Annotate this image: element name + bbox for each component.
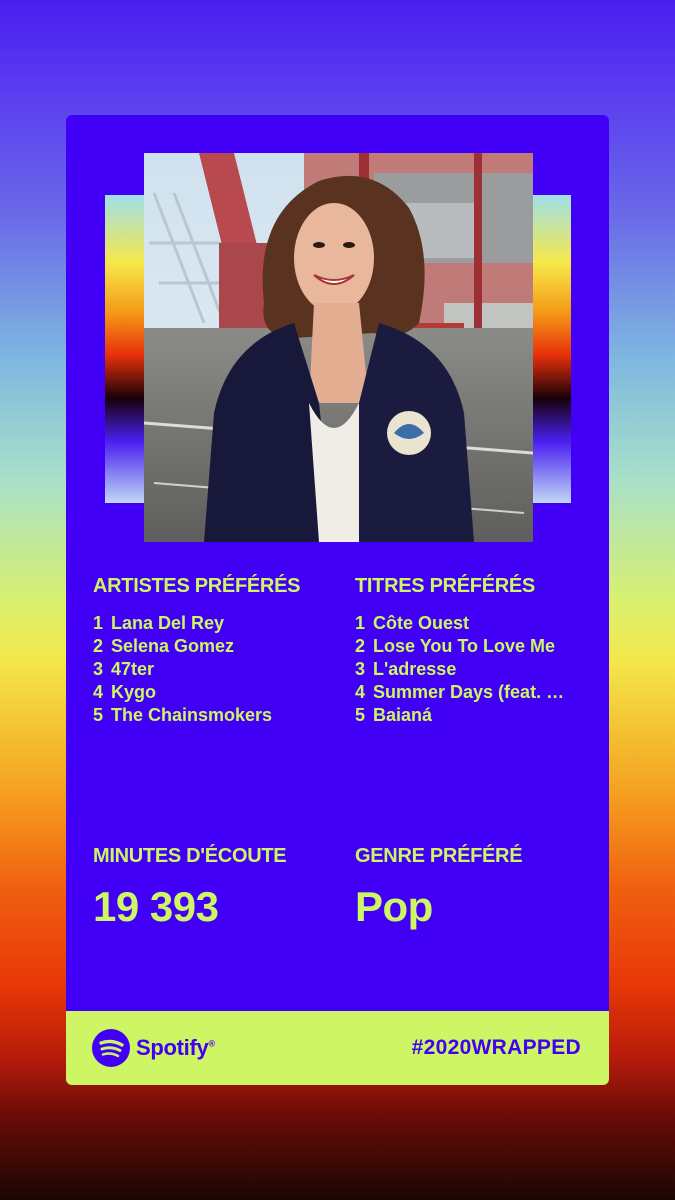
spotify-logo-icon — [92, 1029, 130, 1067]
list-item: 2 Selena Gomez — [93, 636, 235, 656]
list-item: 4 Summer Days (feat. … — [355, 682, 565, 702]
artist-photo — [144, 153, 533, 542]
gradient-bar-left — [105, 195, 145, 503]
list-item: 4 Kygo — [93, 682, 156, 702]
list-item: 5 The Chainsmokers — [93, 705, 273, 725]
list-item: 2 Lose You To Love Me — [355, 636, 556, 656]
list-item: 3 L'adresse — [355, 659, 457, 679]
gradient-bar-right — [531, 195, 571, 503]
top-artists-list: 1 Lana Del Rey 2 Selena Gomez 3 47ter 4 Kygo… — [93, 612, 323, 727]
top-tracks-title: TITRES PRÉFÉRÉS — [355, 575, 535, 597]
top-artists-title: ARTISTES PRÉFÉRÉS — [93, 575, 301, 597]
footer-bar: Spotify® #2020WRAPPED — [66, 1011, 609, 1085]
list-item: 5 Baianá — [355, 705, 433, 725]
wrapped-story-screen: { "artists": { "title": "ARTISTES PRÉFÉR… — [0, 0, 675, 1200]
genre-title: GENRE PRÉFÉRÉ — [355, 845, 523, 867]
spotify-wordmark: Spotify® — [136, 1035, 215, 1060]
list-item: 1 Côte Ouest — [355, 613, 470, 633]
wrapped-card: ARTISTES PRÉFÉRÉS 1 Lana Del Rey 2 Selena … — [66, 115, 609, 1085]
wrapped-hashtag: #2020WRAPPED — [411, 1036, 581, 1059]
minutes-value: 19 393 — [93, 883, 219, 930]
list-item: 3 47ter — [93, 659, 155, 679]
minutes-title: MINUTES D'ÉCOUTE — [93, 845, 287, 867]
top-tracks-list: 1 Côte Ouest 2 Lose You To Love Me 3 L'adre… — [355, 612, 580, 727]
list-item: 1 Lana Del Rey — [93, 613, 225, 633]
genre-value: Pop — [355, 883, 433, 930]
